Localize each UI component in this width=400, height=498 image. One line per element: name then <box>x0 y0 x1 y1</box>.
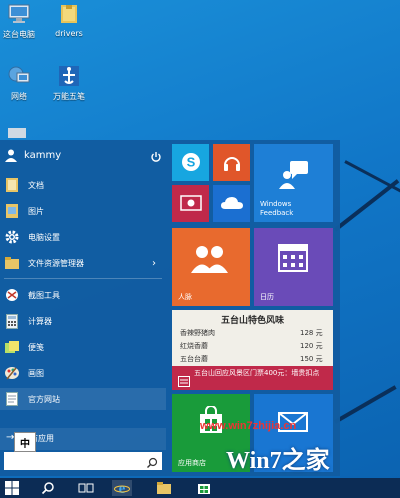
menu-item-paint[interactable]: 画图 <box>0 362 166 384</box>
tile-skype[interactable]: S <box>172 144 209 181</box>
menu-item-snipping-tool[interactable]: 截图工具 <box>0 284 166 306</box>
menu-item-label: 图片 <box>28 206 44 216</box>
power-icon[interactable] <box>150 148 162 167</box>
promo-item-price: 128 元 <box>300 329 323 337</box>
watermark-url: www.win7zhijia.cn <box>200 420 297 432</box>
desktop-icon-label: 网络 <box>11 92 27 101</box>
tile-label: 人脉 <box>178 293 192 301</box>
task-view-icon[interactable] <box>78 480 94 496</box>
file-explorer-icon <box>4 255 20 271</box>
feedback-icon <box>278 160 310 192</box>
store-taskbar-icon[interactable] <box>196 480 212 496</box>
menu-item-pc-settings[interactable]: 电脑设置 <box>0 226 166 248</box>
taskbar-search-icon[interactable] <box>40 480 56 496</box>
search-box[interactable] <box>4 452 162 470</box>
tile-calendar[interactable]: 日历 <box>254 228 333 306</box>
menu-item-label: 文件资源管理器 <box>28 258 84 268</box>
pictures-icon <box>4 203 20 219</box>
start-button[interactable] <box>4 480 20 496</box>
headphones-icon <box>221 151 243 175</box>
tile-label: Windows Feedback <box>260 200 294 217</box>
menu-item-documents[interactable]: 文档 <box>0 174 166 196</box>
promo-item-price: 120 元 <box>300 342 323 350</box>
documents-icon <box>4 177 20 193</box>
tile-music[interactable] <box>213 144 250 181</box>
watermark: www.win7zhijia.cn Win7之家 <box>196 418 396 476</box>
promo-item-name: 五台台蘑 <box>180 355 208 363</box>
wubi-icon <box>56 64 82 88</box>
promo-item-name: 红烧香蘑 <box>180 342 208 350</box>
snipping-tool-icon <box>4 287 20 303</box>
folder-icon <box>56 2 82 26</box>
tile-promo-image[interactable]: 五台山特色风味 香辣野猪肉 128 元 红烧香蘑 120 元 五台台蘑 150 … <box>172 310 333 390</box>
sticky-notes-icon <box>4 339 20 355</box>
web-icon <box>4 391 20 407</box>
promo-banner: 五台山回应风景区门票400元：墙贵扣点 <box>172 366 333 390</box>
menu-item-label: 画图 <box>28 368 44 378</box>
file-explorer-taskbar-icon[interactable] <box>156 480 172 496</box>
desktop-icon-this-pc[interactable]: 这台电脑 <box>0 2 44 40</box>
svg-text:S: S <box>186 154 195 169</box>
promo-item-name: 香辣野猪肉 <box>180 329 215 337</box>
internet-explorer-icon[interactable]: e <box>112 480 132 496</box>
paint-icon <box>4 365 20 381</box>
promo-title: 五台山特色风味 <box>220 316 284 326</box>
menu-item-official-website[interactable]: 官方网站 <box>0 388 166 410</box>
desktop-icon-label: 万能五笔 <box>53 92 85 101</box>
user-account[interactable]: kammy <box>4 144 61 166</box>
menu-item-pictures[interactable]: 图片 <box>0 200 166 222</box>
desktop-icon-label: drivers <box>55 29 83 38</box>
network-icon <box>6 64 32 88</box>
taskbar: e <box>0 478 400 498</box>
svg-text:e: e <box>119 481 126 496</box>
menu-item-label: 电脑设置 <box>28 232 60 242</box>
desktop-icon-wubi[interactable]: 万能五笔 <box>44 64 94 102</box>
ime-indicator[interactable]: 中 <box>14 432 36 452</box>
search-icon[interactable] <box>146 454 158 473</box>
tile-onedrive[interactable] <box>213 185 250 222</box>
menu-item-label: 计算器 <box>28 316 52 326</box>
desktop-icon-label: 这台电脑 <box>3 30 35 39</box>
tile-windows-feedback[interactable]: Windows Feedback <box>254 144 333 222</box>
calendar-icon <box>278 244 308 274</box>
menu-item-label: 截图工具 <box>28 290 60 300</box>
menu-item-label: 便笺 <box>28 342 44 352</box>
menu-item-calculator[interactable]: 计算器 <box>0 310 166 332</box>
news-icon <box>178 372 190 390</box>
people-icon <box>190 244 230 276</box>
settings-gear-icon <box>4 229 20 245</box>
desktop-icon-partial <box>8 128 26 138</box>
tile-video[interactable] <box>172 185 209 222</box>
menu-item-label: 官方网站 <box>28 394 60 404</box>
search-input[interactable] <box>4 452 148 468</box>
menu-item-file-explorer[interactable]: 文件资源管理器 › <box>0 252 166 274</box>
skype-icon: S <box>180 151 202 175</box>
menu-item-label: 文档 <box>28 180 44 190</box>
calculator-icon <box>4 313 20 329</box>
promo-banner-text: 五台山回应风景区门票400元：墙贵扣点 <box>194 369 320 377</box>
desktop-icon-network[interactable]: 网络 <box>0 64 44 102</box>
computer-icon <box>6 2 32 26</box>
video-icon <box>179 194 202 213</box>
user-avatar-icon <box>4 148 18 162</box>
desktop-icon-drivers[interactable]: drivers <box>44 2 94 38</box>
watermark-logo-text: Win7之家 <box>226 448 330 474</box>
cloud-icon <box>220 196 244 212</box>
menu-item-sticky-notes[interactable]: 便笺 <box>0 336 166 358</box>
chevron-right-icon[interactable]: › <box>152 258 156 269</box>
promo-item-price: 150 元 <box>300 355 323 363</box>
ime-label: 中 <box>20 438 30 450</box>
tile-label: 日历 <box>260 293 274 301</box>
tile-people[interactable]: 人脉 <box>172 228 250 306</box>
menu-separator <box>4 278 162 279</box>
user-name: kammy <box>24 149 62 161</box>
wallpaper-line <box>344 160 400 196</box>
start-menu-left-pane: kammy 文档 图片 电脑设置 文件资源管理器 › 截图工具 计算器 便笺 画… <box>0 140 166 476</box>
